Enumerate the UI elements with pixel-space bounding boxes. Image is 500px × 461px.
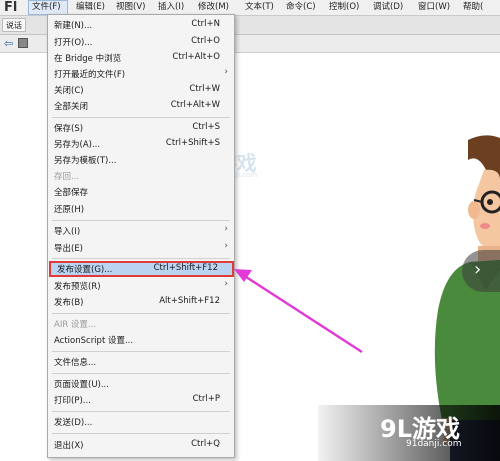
annotation-arrow-icon xyxy=(234,269,363,354)
